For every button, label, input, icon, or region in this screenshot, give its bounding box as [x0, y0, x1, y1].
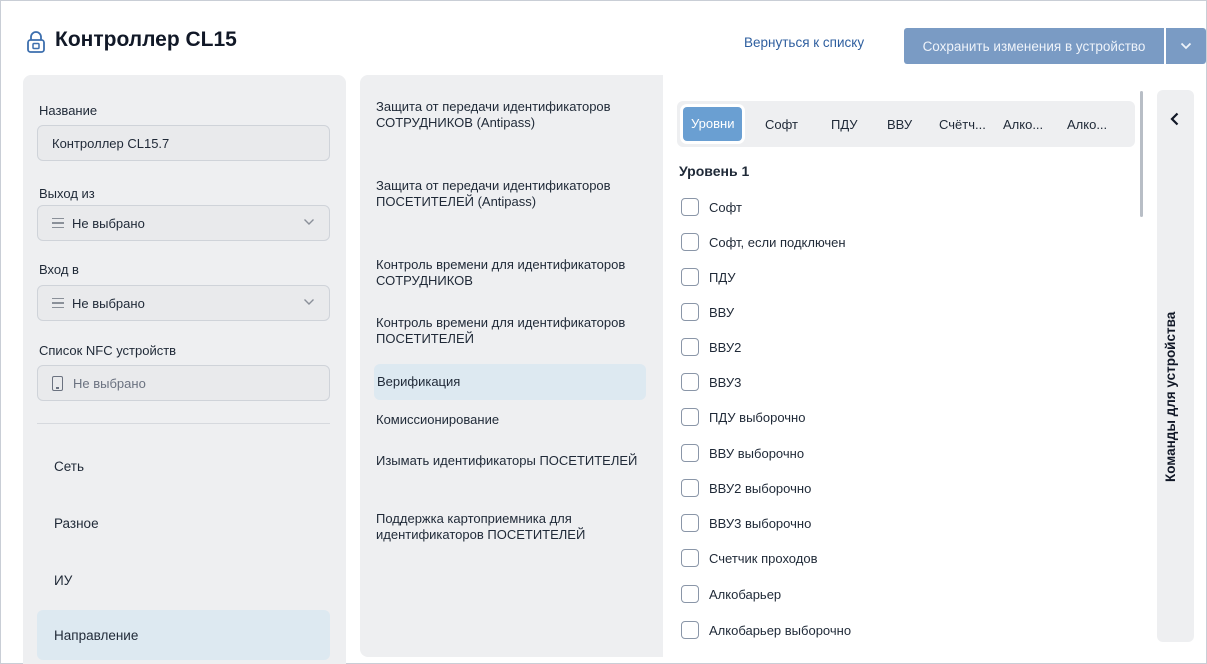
category-verification[interactable]: Верификация: [374, 364, 646, 400]
checkbox-row[interactable]: ПДУ: [681, 268, 736, 286]
name-label: Название: [39, 103, 98, 118]
checkbox-row[interactable]: Алкобарьер: [681, 585, 781, 603]
checkbox-row[interactable]: ВВУ: [681, 303, 734, 321]
chevron-down-icon: [304, 219, 314, 225]
level-title: Уровень 1: [679, 163, 750, 179]
tab-levels[interactable]: Уровни: [683, 107, 743, 141]
page-header: Контроллер CL15 Вернуться к списку Сохра…: [1, 1, 1206, 71]
device-commands-panel[interactable]: Команды для устройства: [1157, 90, 1194, 642]
category-time-control-employees[interactable]: Контроль времени для идентификаторов СОТ…: [376, 257, 648, 289]
category-antipass-employees[interactable]: Защита от передачи идентификаторов СОТРУ…: [376, 99, 648, 131]
checkbox[interactable]: [681, 303, 699, 321]
tab-soft[interactable]: Софт: [765, 117, 798, 132]
tabs-bar: Уровни Софт ПДУ ВВУ Счётч... Алко... Алк…: [677, 101, 1135, 147]
tab-vvu[interactable]: ВВУ: [887, 117, 912, 132]
name-field[interactable]: Контроллер CL15.7: [37, 125, 330, 161]
chevron-left-icon[interactable]: [1170, 112, 1179, 126]
checkbox-row[interactable]: Софт: [681, 198, 742, 216]
checkbox[interactable]: [681, 198, 699, 216]
category-card-collector[interactable]: Поддержка картоприемника для идентификат…: [376, 511, 648, 543]
page-title: Контроллер CL15: [55, 28, 237, 51]
phone-icon: [52, 375, 63, 391]
section-misc[interactable]: Разное: [37, 498, 330, 548]
tab-alco-1[interactable]: Алко...: [1003, 117, 1043, 132]
nfc-value: Не выбрано: [73, 375, 146, 391]
tab-counter[interactable]: Счётч...: [939, 117, 986, 132]
checkbox-label: ВВУ: [709, 304, 735, 320]
checkbox[interactable]: [681, 233, 699, 251]
tab-pdu[interactable]: ПДУ: [831, 117, 858, 132]
checkbox-row[interactable]: ВВУ2: [681, 338, 741, 356]
checkbox-label: ВВУ3 выборочно: [709, 515, 812, 531]
checkbox[interactable]: [681, 408, 699, 426]
chevron-down-icon: [1180, 42, 1192, 50]
checkbox-label: ВВУ выборочно: [709, 445, 805, 461]
exit-select[interactable]: Не выбрано: [37, 205, 330, 241]
lock-icon: [27, 31, 45, 53]
checkbox-label: ПДУ: [709, 269, 736, 285]
checkbox-row[interactable]: ВВУ3 выборочно: [681, 514, 811, 532]
section-network[interactable]: Сеть: [37, 441, 330, 491]
scrollbar[interactable]: [1140, 91, 1143, 217]
save-options-dropdown[interactable]: [1166, 28, 1206, 64]
checkbox-label: Счетчик проходов: [709, 550, 818, 566]
checkbox-label: Софт, если подключен: [709, 234, 846, 250]
divider: [37, 423, 330, 424]
checkbox-row[interactable]: Софт, если подключен: [681, 233, 846, 251]
checkbox[interactable]: [681, 373, 699, 391]
entry-select[interactable]: Не выбрано: [37, 285, 330, 321]
window: Контроллер CL15 Вернуться к списку Сохра…: [0, 0, 1207, 664]
checkbox-row[interactable]: ВВУ2 выборочно: [681, 479, 811, 497]
entry-value: Не выбрано: [72, 295, 145, 311]
checkbox-row[interactable]: ПДУ выборочно: [681, 408, 805, 426]
category-antipass-visitors[interactable]: Защита от передачи идентификаторов ПОСЕТ…: [376, 178, 648, 210]
checkbox-label: ВВУ2 выборочно: [709, 480, 812, 496]
name-value: Контроллер CL15.7: [52, 135, 170, 151]
save-to-device-button[interactable]: Сохранить изменения в устройство: [904, 28, 1164, 64]
checkbox[interactable]: [681, 514, 699, 532]
nfc-select[interactable]: Не выбрано: [37, 365, 330, 401]
checkbox-label: Алкобарьер: [709, 586, 782, 602]
checkbox-label: ВВУ2: [709, 339, 742, 355]
device-settings-panel: Название Контроллер CL15.7 Выход из Не в…: [23, 75, 346, 664]
exit-label: Выход из: [39, 186, 95, 201]
chevron-down-icon: [304, 299, 314, 305]
section-direction[interactable]: Направление: [37, 610, 330, 660]
entry-label: Вход в: [39, 262, 79, 277]
settings-categories-panel: Защита от передачи идентификаторов СОТРУ…: [360, 75, 663, 657]
tab-alco-2[interactable]: Алко...: [1067, 117, 1107, 132]
device-commands-label: Команды для устройства: [1163, 311, 1178, 482]
checkbox[interactable]: [681, 549, 699, 567]
section-iu[interactable]: ИУ: [37, 555, 330, 605]
verification-settings: Уровни Софт ПДУ ВВУ Счётч... Алко... Алк…: [663, 75, 1153, 657]
list-icon: [52, 298, 64, 308]
category-commissioning[interactable]: Комиссионирование: [376, 412, 648, 428]
checkbox-label: Алкобарьер выборочно: [709, 622, 852, 638]
checkbox[interactable]: [681, 479, 699, 497]
checkbox[interactable]: [681, 621, 699, 639]
list-icon: [52, 218, 64, 228]
checkbox[interactable]: [681, 585, 699, 603]
checkbox-row[interactable]: ВВУ выборочно: [681, 444, 804, 462]
nfc-label: Список NFC устройств: [39, 343, 177, 358]
checkbox[interactable]: [681, 268, 699, 286]
exit-value: Не выбрано: [72, 215, 145, 231]
checkbox-label: ПДУ выборочно: [709, 409, 806, 425]
checkbox-label: Софт: [709, 199, 742, 215]
checkbox-row[interactable]: Алкобарьер выборочно: [681, 621, 851, 639]
checkbox-row[interactable]: ВВУ3: [681, 373, 741, 391]
checkbox-label: ВВУ3: [709, 374, 742, 390]
category-withdraw-visitor-ids[interactable]: Изымать идентификаторы ПОСЕТИТЕЛЕЙ: [376, 453, 648, 469]
category-time-control-visitors[interactable]: Контроль времени для идентификаторов ПОС…: [376, 315, 648, 347]
checkbox-row[interactable]: Счетчик проходов: [681, 549, 817, 567]
checkbox[interactable]: [681, 338, 699, 356]
checkbox[interactable]: [681, 444, 699, 462]
back-to-list-link[interactable]: Вернуться к списку: [744, 35, 864, 50]
